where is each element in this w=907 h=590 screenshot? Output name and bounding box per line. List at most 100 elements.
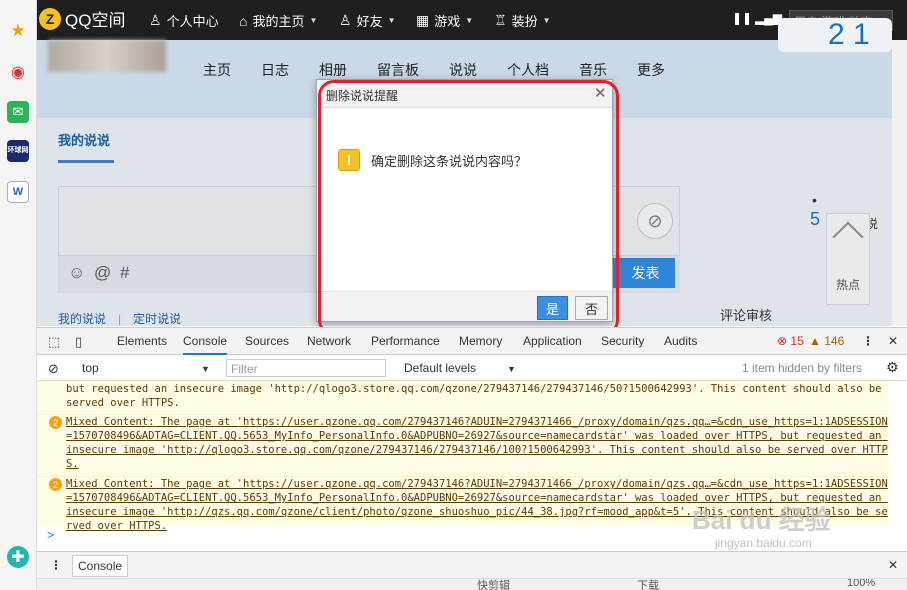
warning-count-value: 146 bbox=[824, 334, 845, 348]
gear-icon[interactable]: ⚙ bbox=[886, 359, 899, 376]
mainnav-profile[interactable]: 个人档 bbox=[507, 60, 549, 80]
huanqiu-icon[interactable]: 环球网 bbox=[7, 140, 29, 162]
home-icon: ⌂ bbox=[239, 12, 248, 29]
browser-statusbar: 快剪辑 下载 100% bbox=[37, 578, 907, 590]
link-scheduled[interactable]: 定时说说 bbox=[133, 312, 181, 326]
sub-links: 我的说说 | 定时说说 bbox=[58, 310, 181, 327]
browser-sidebar: ★ ◉ ✉ 环球网 W ✚ bbox=[0, 0, 37, 590]
baidu-watermark: Bai du 经验 bbox=[692, 505, 831, 535]
baidu-watermark-url: jingyan.baidu.com bbox=[715, 536, 812, 550]
friends-icon: ♙ bbox=[339, 12, 352, 28]
hot-label: 热点 bbox=[835, 278, 860, 292]
tab-network[interactable]: Network bbox=[307, 334, 351, 348]
filter-input[interactable]: Filter bbox=[226, 359, 386, 377]
nav-label: 好友 bbox=[356, 14, 383, 29]
chevron-down-icon: ▼ bbox=[309, 16, 318, 25]
inspect-icon[interactable]: ⬚ bbox=[48, 334, 60, 350]
nav-friends[interactable]: ♙ 好友 ▼ bbox=[339, 11, 396, 30]
qzone-topbar: Z QQ空间 ♙ 个人中心 ⌂ 我的主页 ▼ ♙ 好友 ▼ ▦ 游戏 ▼ ♖ 装扮 ▼ ❚❚ ▂▄… bbox=[37, 0, 907, 40]
clear-console-icon[interactable]: ⊘ bbox=[48, 361, 59, 377]
repeat-count-badge: 2 bbox=[49, 416, 62, 429]
avatar[interactable] bbox=[48, 40, 166, 72]
close-drawer-icon[interactable]: ✕ bbox=[888, 558, 898, 572]
nav-label: 装扮 bbox=[511, 14, 538, 29]
tab-elements[interactable]: Elements bbox=[117, 334, 167, 348]
status-download[interactable]: 下载 bbox=[637, 579, 659, 590]
chevron-down-icon: ▼ bbox=[201, 364, 210, 374]
link-my-shuoshuo[interactable]: 我的说说 bbox=[58, 312, 106, 326]
visitor-count: 2 1 bbox=[778, 18, 892, 52]
hashtag-icon[interactable]: # bbox=[120, 263, 129, 283]
devtools-panel: ⬚ ▯ Elements Console Sources Network Per… bbox=[37, 327, 907, 590]
weibo-icon[interactable]: ◉ bbox=[7, 61, 29, 83]
devtools-drawer: ⋮ Console ✕ bbox=[37, 551, 907, 578]
device-icon[interactable]: ▯ bbox=[75, 334, 82, 350]
chevron-down-icon: ▼ bbox=[542, 16, 551, 25]
mainnav-shuoshuo[interactable]: 说说 bbox=[449, 60, 477, 80]
devtools-tabbar: ⬚ ▯ Elements Console Sources Network Per… bbox=[37, 328, 907, 355]
tab-my-shuoshuo[interactable]: 我的说说 bbox=[58, 130, 110, 149]
mention-icon[interactable]: @ bbox=[94, 263, 111, 283]
console-prompt[interactable]: > bbox=[47, 528, 54, 542]
mainnav-album[interactable]: 相册 bbox=[319, 60, 347, 80]
nav-my-homepage[interactable]: ⌂ 我的主页 ▼ bbox=[239, 11, 317, 30]
nav-label: 我的主页 bbox=[252, 14, 305, 29]
console-message: but requested an insecure image 'http://… bbox=[37, 381, 889, 414]
chevron-down-icon: ▼ bbox=[465, 16, 474, 25]
person-icon: ♙ bbox=[149, 12, 162, 28]
mainnav-guestbook[interactable]: 留言板 bbox=[377, 60, 419, 80]
comment-review-heading: 评论审核 bbox=[720, 308, 773, 323]
status-zoom[interactable]: 100% bbox=[847, 579, 875, 589]
warning-count[interactable]: ▲ 146 bbox=[809, 334, 844, 348]
more-options-icon[interactable]: ⋮ bbox=[862, 334, 874, 348]
log-levels-select[interactable]: Default levels bbox=[404, 361, 476, 375]
attachment-icon[interactable]: ⊘ bbox=[637, 203, 673, 239]
mainnav-music[interactable]: 音乐 bbox=[579, 60, 607, 80]
tab-security[interactable]: Security bbox=[601, 334, 644, 348]
tab-performance[interactable]: Performance bbox=[371, 334, 440, 348]
hidden-items-text: 1 item hidden by filters bbox=[742, 361, 863, 375]
drawer-menu-icon[interactable]: ⋮ bbox=[50, 558, 62, 572]
active-tab-underline bbox=[58, 160, 114, 163]
tab-audits[interactable]: Audits bbox=[664, 334, 697, 348]
chevron-up-icon bbox=[832, 221, 864, 253]
shirt-icon: ♖ bbox=[494, 12, 507, 28]
error-count[interactable]: ⊗ 15 bbox=[777, 334, 804, 348]
plus-circle-icon[interactable]: ✚ bbox=[7, 546, 29, 568]
chevron-down-icon: ▼ bbox=[387, 16, 396, 25]
chevron-down-icon: ▼ bbox=[507, 364, 516, 374]
console-filter-bar: ⊘ top ▼ Filter Default levels ▼ 1 item h… bbox=[37, 355, 907, 381]
mainnav-home[interactable]: 主页 bbox=[203, 60, 231, 80]
qzone-logo-icon: Z bbox=[39, 7, 61, 30]
drawer-tab-console[interactable]: Console bbox=[72, 555, 129, 577]
logo-text: QQ空间 bbox=[65, 11, 126, 30]
console-message-text[interactable]: Mixed Content: The page at 'https://user… bbox=[66, 416, 888, 470]
status-kuaijianji[interactable]: 快剪辑 bbox=[477, 579, 510, 590]
close-devtools-icon[interactable]: ✕ bbox=[888, 334, 898, 348]
back-to-top-button[interactable]: 热点 bbox=[826, 213, 870, 305]
console-message: 2 Mixed Content: The page at 'https://use… bbox=[37, 414, 889, 476]
huanqiu-label: 环球网 bbox=[7, 147, 29, 154]
tab-sources[interactable]: Sources bbox=[245, 334, 289, 348]
nav-label: 个人中心 bbox=[166, 14, 219, 29]
star-icon[interactable]: ★ bbox=[7, 20, 29, 42]
word-icon[interactable]: W bbox=[7, 181, 29, 203]
page-scrollbar[interactable] bbox=[892, 40, 907, 326]
qzone-logo[interactable]: Z QQ空间 bbox=[39, 6, 125, 31]
mail-icon[interactable]: ✉ bbox=[7, 101, 29, 123]
nav-personal-center[interactable]: ♙ 个人中心 bbox=[149, 11, 219, 30]
tab-application[interactable]: Application bbox=[523, 334, 582, 348]
tab-console[interactable]: Console bbox=[183, 334, 228, 355]
repeat-count-badge: 2 bbox=[49, 478, 62, 491]
pause-icon[interactable]: ❚❚ bbox=[732, 11, 752, 25]
nav-dressup[interactable]: ♖ 装扮 ▼ bbox=[494, 11, 551, 30]
console-message-text: but requested an insecure image 'http://… bbox=[66, 383, 888, 409]
nav-games[interactable]: ▦ 游戏 ▼ bbox=[416, 11, 473, 30]
mainnav-blog[interactable]: 日志 bbox=[261, 60, 289, 80]
context-selector[interactable]: top bbox=[82, 361, 99, 375]
warning-triangle-icon: ▲ bbox=[809, 334, 821, 348]
divider: | bbox=[118, 312, 122, 326]
mainnav-more[interactable]: 更多 bbox=[637, 60, 665, 80]
tab-memory[interactable]: Memory bbox=[459, 334, 502, 348]
emoji-icon[interactable]: ☺ bbox=[68, 263, 85, 283]
